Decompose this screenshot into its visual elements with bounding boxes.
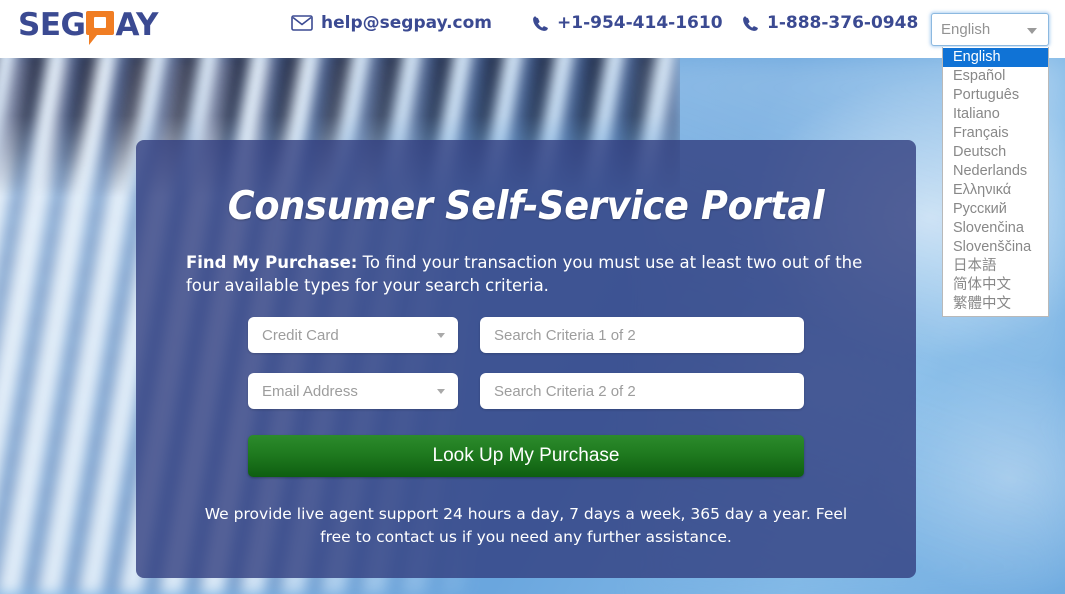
language-option-11[interactable]: 日本語 xyxy=(943,257,1048,276)
language-option-8[interactable]: Русский xyxy=(943,200,1048,219)
search-criteria-2-placeholder: Search Criteria 2 of 2 xyxy=(494,382,636,400)
chevron-down-icon xyxy=(1027,27,1037,34)
page-title: Consumer Self-Service Portal xyxy=(227,184,825,229)
phone-icon xyxy=(533,15,548,31)
search-criteria-1-input[interactable]: Search Criteria 1 of 2 xyxy=(480,317,804,353)
language-option-3[interactable]: Italiano xyxy=(943,105,1048,124)
search-criteria-2-input[interactable]: Search Criteria 2 of 2 xyxy=(480,373,804,409)
support-note: We provide live agent support 24 hours a… xyxy=(204,505,848,546)
language-option-10[interactable]: Slovenščina xyxy=(943,238,1048,257)
segpay-logo[interactable]: SEG AY xyxy=(18,7,158,45)
chevron-down-icon xyxy=(437,333,445,338)
page-root: Consumer Self-Service Portal Find My Pur… xyxy=(0,0,1065,594)
logo-text-seg: SEG xyxy=(18,7,86,43)
search-row-2: Email Address Search Criteria 2 of 2 xyxy=(182,373,870,409)
contact-phone-tollfree[interactable]: 1-888-376-0948 xyxy=(742,13,918,33)
language-selector[interactable]: English English Español Português Italiano F… xyxy=(931,13,1049,317)
portal-panel: Consumer Self-Service Portal Find My Pur… xyxy=(136,140,916,578)
logo-text-ay: AY xyxy=(115,7,158,43)
search-criteria-1-placeholder: Search Criteria 1 of 2 xyxy=(494,326,636,344)
contact-phone-primary[interactable]: +1-954-414-1610 xyxy=(532,13,723,33)
language-option-2[interactable]: Português xyxy=(943,86,1048,105)
search-type-2-value: Email Address xyxy=(262,382,358,400)
search-type-2-select[interactable]: Email Address xyxy=(248,373,458,409)
language-dropdown-list[interactable]: English Español Português Italiano Français D… xyxy=(942,47,1049,317)
find-my-purchase-label: Find My Purchase: xyxy=(186,253,358,272)
language-option-0[interactable]: English xyxy=(943,48,1048,67)
portal-panel-inner: Consumer Self-Service Portal Find My Pur… xyxy=(136,184,916,578)
language-option-5[interactable]: Deutsch xyxy=(943,143,1048,162)
envelope-icon xyxy=(291,15,313,31)
search-row-1: Credit Card Search Criteria 1 of 2 xyxy=(182,317,870,353)
language-select-box[interactable]: English xyxy=(931,13,1049,46)
contact-phone-tollfree-text: 1-888-376-0948 xyxy=(767,13,919,33)
language-option-1[interactable]: Español xyxy=(943,67,1048,86)
contact-email[interactable]: help@segpay.com xyxy=(291,13,492,33)
site-header: SEG AY help@segpay.com +1-954-414-1610 1… xyxy=(0,0,1065,58)
contact-email-text: help@segpay.com xyxy=(321,13,493,33)
language-option-7[interactable]: Ελληνικά xyxy=(943,181,1048,200)
logo-speech-bubble-icon xyxy=(86,10,115,45)
language-selected-value: English xyxy=(941,21,991,38)
language-option-13[interactable]: 繁體中文 xyxy=(943,295,1048,314)
phone-icon xyxy=(743,15,758,31)
language-option-6[interactable]: Nederlands xyxy=(943,162,1048,181)
search-type-1-select[interactable]: Credit Card xyxy=(248,317,458,353)
language-option-12[interactable]: 简体中文 xyxy=(943,276,1048,295)
look-up-my-purchase-button[interactable]: Look Up My Purchase xyxy=(248,435,804,477)
language-option-9[interactable]: Slovenčina xyxy=(943,219,1048,238)
search-type-1-value: Credit Card xyxy=(262,326,339,344)
contact-phone-primary-text: +1-954-414-1610 xyxy=(557,13,723,33)
find-my-purchase-description: Find My Purchase: To find your transacti… xyxy=(182,251,870,297)
chevron-down-icon xyxy=(437,389,445,394)
language-option-4[interactable]: Français xyxy=(943,124,1048,143)
